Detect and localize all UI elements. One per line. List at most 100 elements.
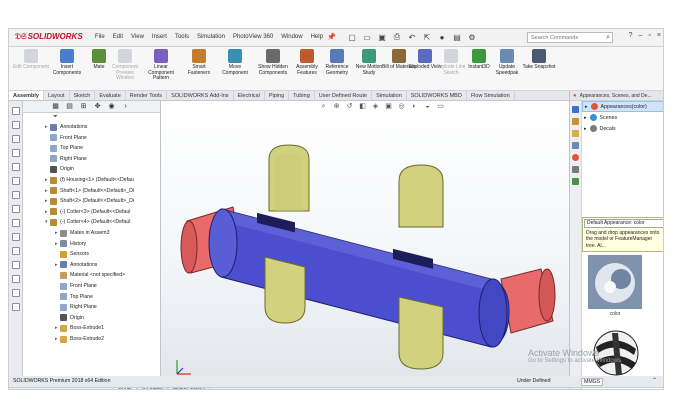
tab-solidworks-mbd[interactable]: SOLIDWORKS MBD (407, 91, 467, 100)
toolbar-icon[interactable] (11, 233, 20, 241)
housing[interactable] (208, 208, 510, 348)
print-icon[interactable]: ⎙ (392, 32, 402, 42)
toolbar-icon[interactable] (11, 149, 20, 157)
tab-tubing[interactable]: Tubing (289, 91, 315, 100)
reference-geometry-button[interactable]: Reference Geometry (319, 49, 355, 76)
toolbar-icon[interactable] (11, 275, 20, 283)
tab-solidworks-add-ins[interactable]: SOLIDWORKS Add-Ins (167, 91, 234, 100)
toolbar-icon[interactable] (11, 247, 20, 255)
menu-insert[interactable]: Insert (152, 34, 167, 40)
tab-sketch[interactable]: Sketch (70, 91, 96, 100)
resources-tab-icon[interactable] (572, 106, 579, 113)
tree-node[interactable]: ▸ (-) Cotter<3> (Default<<Defaul (45, 207, 130, 217)
toolbar-icon[interactable] (11, 121, 20, 129)
preview-window-button[interactable]: Component Preview Window (107, 49, 143, 82)
save-icon[interactable]: ▣ (377, 32, 387, 42)
tree-node[interactable]: Right Plane (55, 302, 97, 312)
menu-photoview-360[interactable]: PhotoView 360 (233, 34, 273, 40)
insert-components-button[interactable]: Insert Components (49, 49, 85, 76)
tab-render-tools[interactable]: Render Tools (126, 91, 168, 100)
search-icon[interactable]: ⌕ (606, 34, 610, 42)
toolbar-icon[interactable] (11, 107, 20, 115)
tab-assembly[interactable]: Assembly (9, 91, 44, 100)
close-icon[interactable]: × (657, 32, 661, 39)
tab-piping[interactable]: Piping (265, 91, 290, 100)
expand-panel-icon[interactable]: › (121, 103, 130, 111)
taskpane-item[interactable]: ▸ Appearances(color) (582, 101, 663, 112)
edit-component-button[interactable]: Edit Component (13, 49, 49, 71)
tree-node[interactable]: Sensors (55, 249, 89, 259)
file-properties-icon[interactable]: ▤ (452, 32, 462, 42)
toolbar-icon[interactable] (11, 135, 20, 143)
search-input[interactable] (531, 34, 599, 41)
unit-system-selector[interactable]: MMGS (581, 378, 604, 386)
options-icon[interactable]: ⚙ (467, 32, 477, 42)
tree-node[interactable]: ▸ Annotations (45, 122, 87, 132)
toolbar-icon[interactable] (11, 261, 20, 269)
tree-node[interactable]: ▾ (-) Cotter<4> (Default<<Defaul (45, 217, 130, 227)
tab-user-defined-route[interactable]: User Defined Route (315, 91, 373, 100)
tree-node[interactable]: Top Plane (45, 143, 83, 153)
tree-node[interactable]: Front Plane (45, 133, 87, 143)
tree-node[interactable]: Right Plane (45, 154, 87, 164)
custom-properties-tab-icon[interactable] (572, 166, 579, 173)
menu-view[interactable]: View (131, 34, 144, 40)
tree-node[interactable]: ▸ History (55, 239, 86, 249)
speedpak-button[interactable]: Update Speedpak (489, 49, 525, 76)
tab-simulation[interactable]: Simulation (372, 91, 407, 100)
property-manager-tab-icon[interactable]: ▤ (65, 103, 74, 111)
menu-edit[interactable]: Edit (113, 34, 123, 40)
tree-node[interactable]: ▸ Shaft<1> (Default<<Default>_Di (45, 186, 134, 196)
linear-pattern-button[interactable]: Linear Component Pattern (143, 49, 179, 82)
tab-layout[interactable]: Layout (44, 91, 70, 100)
undo-icon[interactable]: ↶ (407, 32, 417, 42)
tree-node[interactable]: Front Plane (55, 281, 97, 291)
rebuild-icon[interactable]: ● (437, 32, 447, 42)
cotter-pin-left-bottom[interactable] (264, 256, 306, 324)
dimxpert-tab-icon[interactable]: ✥ (93, 103, 102, 111)
restore-icon[interactable]: ▫ (648, 32, 650, 39)
tree-node[interactable]: ▸ Boss-Extrude1 (55, 323, 104, 333)
tab-electrical[interactable]: Electrical (234, 91, 265, 100)
toolbar-icon[interactable] (11, 289, 20, 297)
expand-arrow-icon[interactable]: ▸ (584, 126, 587, 132)
configuration-tab-icon[interactable]: ⊞ (79, 103, 88, 111)
solidworks-logo[interactable]: 𝔇𝔖SOLIDWORKS (15, 32, 83, 42)
pin-icon[interactable]: 📌 (327, 33, 336, 41)
cotter-pin-right-top[interactable] (398, 164, 444, 228)
cotter-pin-left-top[interactable] (268, 144, 310, 212)
minimize-icon[interactable]: – (639, 32, 643, 39)
tree-node[interactable]: ▸ Mates in Assem3 (55, 228, 110, 238)
select-icon[interactable]: ⇱ (422, 32, 432, 42)
smart-fasteners-button[interactable]: Smart Fasteners (181, 49, 217, 76)
search-commands-box[interactable]: ⌕ (527, 32, 613, 43)
show-hidden-button[interactable]: Show Hidden Components (255, 49, 291, 76)
snapshot-button[interactable]: Take Snapshot (521, 49, 557, 71)
tab-evaluate[interactable]: Evaluate (95, 91, 126, 100)
display-manager-tab-icon[interactable]: ◉ (107, 103, 116, 111)
expand-arrow-icon[interactable]: ▸ (584, 115, 587, 121)
tree-node[interactable]: ▸ (f) Housing<1> (Default<<Defau (45, 175, 134, 185)
tab-flow-simulation[interactable]: Flow Simulation (467, 91, 515, 100)
tree-node[interactable]: Origin (55, 313, 84, 323)
status-expand-icon[interactable]: ⌃ (652, 377, 657, 384)
menu-window[interactable]: Window (281, 34, 302, 40)
toolbar-icon[interactable] (11, 177, 20, 185)
tree-node[interactable]: ▸ Annotations (55, 260, 97, 270)
toolbar-icon[interactable] (11, 205, 20, 213)
menu-tools[interactable]: Tools (175, 34, 189, 40)
menu-file[interactable]: File (95, 34, 105, 40)
view-palette-tab-icon[interactable] (572, 142, 579, 149)
tree-node[interactable]: Top Plane (55, 292, 93, 302)
solidworks-forum-tab-icon[interactable] (572, 178, 579, 185)
feature-tree-tab-icon[interactable]: ▦ (51, 103, 60, 111)
color-swatch-thumbnail[interactable] (588, 255, 642, 309)
expand-arrow-icon[interactable]: ▸ (585, 104, 588, 110)
filter-icon[interactable]: ⏷ (23, 113, 160, 122)
assembly-model[interactable] (161, 101, 571, 385)
appearances-tab-icon[interactable] (572, 154, 579, 161)
file-explorer-tab-icon[interactable] (572, 130, 579, 137)
taskpane-item[interactable]: ▸ Decals (582, 123, 663, 134)
tree-node[interactable]: Material <not specified> (55, 270, 125, 280)
toolbar-icon[interactable] (11, 303, 20, 311)
